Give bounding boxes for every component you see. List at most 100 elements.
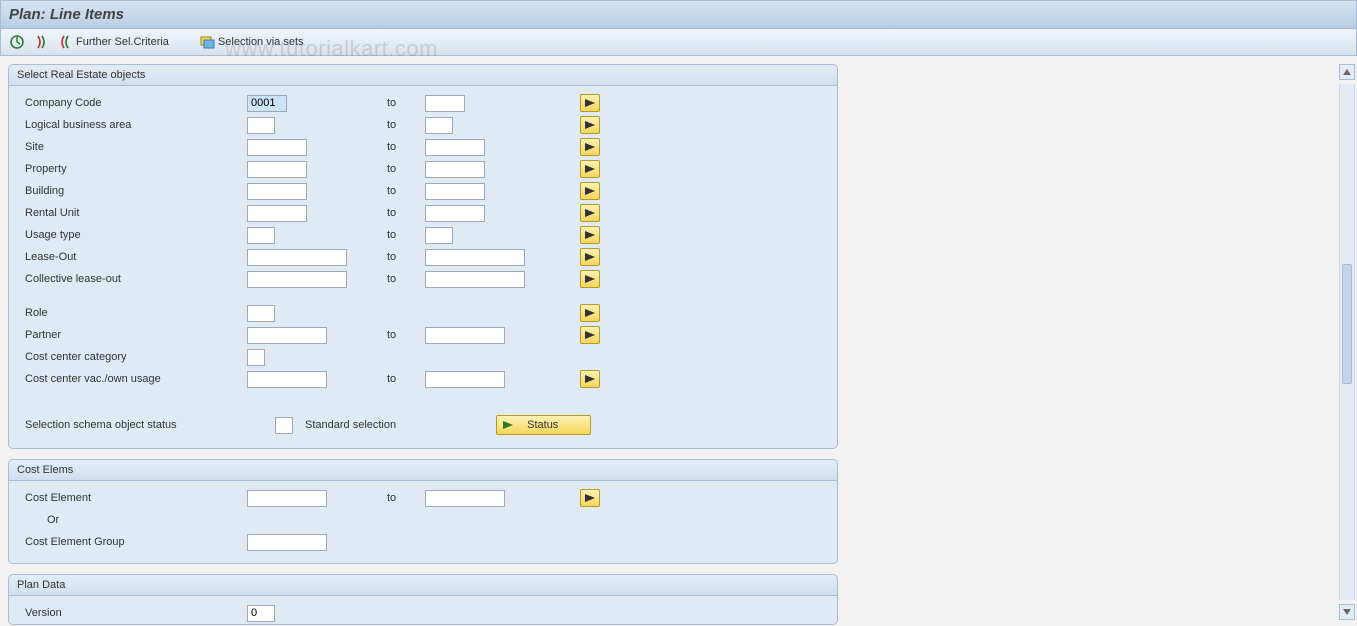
selection-via-sets-label: Selection via sets xyxy=(218,36,304,48)
rental-unit-row: Rental Unit to xyxy=(9,202,837,224)
role-label: Role xyxy=(17,307,247,319)
or-row: Or xyxy=(9,509,837,531)
property-to-input[interactable] xyxy=(425,161,485,178)
cost-element-from-input[interactable] xyxy=(247,490,327,507)
collective-lease-out-label: Collective lease-out xyxy=(17,273,247,285)
status-button[interactable]: Status xyxy=(496,415,591,435)
partner-from-input[interactable] xyxy=(247,327,327,344)
logical-business-area-multioption-button[interactable] xyxy=(580,116,600,134)
application-toolbar: Further Sel.Criteria Selection via sets xyxy=(0,29,1357,56)
cost-center-vac-row: Cost center vac./own usage to xyxy=(9,368,837,390)
lease-out-row: Lease-Out to xyxy=(9,246,837,268)
to-label: to xyxy=(387,329,425,341)
scroll-down-button[interactable] xyxy=(1339,604,1355,620)
lease-out-from-input[interactable] xyxy=(247,249,347,266)
arrow-right-icon xyxy=(585,99,595,107)
rental-unit-to-input[interactable] xyxy=(425,205,485,222)
cost-elems-panel-title: Cost Elems xyxy=(9,460,837,481)
usage-type-row: Usage type to xyxy=(9,224,837,246)
scroll-up-button[interactable] xyxy=(1339,64,1355,80)
to-label: to xyxy=(387,492,425,504)
partner-label: Partner xyxy=(17,329,247,341)
arrow-right-icon xyxy=(503,421,513,429)
company-code-to-input[interactable] xyxy=(425,95,465,112)
scrollbar-thumb[interactable] xyxy=(1342,264,1352,384)
arrow-right-icon xyxy=(585,143,595,151)
usage-type-from-input[interactable] xyxy=(247,227,275,244)
to-label: to xyxy=(387,229,425,241)
site-label: Site xyxy=(17,141,247,153)
cost-element-to-input[interactable] xyxy=(425,490,505,507)
arrow-right-icon xyxy=(585,187,595,195)
rental-unit-multioption-button[interactable] xyxy=(580,204,600,222)
logical-business-area-row: Logical business area to xyxy=(9,114,837,136)
role-multioption-button[interactable] xyxy=(580,304,600,322)
property-from-input[interactable] xyxy=(247,161,307,178)
content-area: Select Real Estate objects Company Code … xyxy=(0,56,1357,626)
to-label: to xyxy=(387,207,425,219)
building-multioption-button[interactable] xyxy=(580,182,600,200)
cost-element-group-input[interactable] xyxy=(247,534,327,551)
collective-lease-out-to-input[interactable] xyxy=(425,271,525,288)
plan-data-panel-title: Plan Data xyxy=(9,575,837,596)
selection-via-sets-button[interactable]: Selection via sets xyxy=(197,33,306,51)
partner-to-input[interactable] xyxy=(425,327,505,344)
company-code-multioption-button[interactable] xyxy=(580,94,600,112)
rental-unit-from-input[interactable] xyxy=(247,205,307,222)
site-from-input[interactable] xyxy=(247,139,307,156)
cost-center-category-label: Cost center category xyxy=(17,351,247,363)
usage-type-multioption-button[interactable] xyxy=(580,226,600,244)
plan-data-panel: Plan Data Version xyxy=(8,574,838,625)
cost-center-vac-from-input[interactable] xyxy=(247,371,327,388)
version-input[interactable] xyxy=(247,605,275,622)
site-row: Site to xyxy=(9,136,837,158)
status-input[interactable] xyxy=(275,417,293,434)
cost-element-group-label: Cost Element Group xyxy=(17,536,247,548)
sets-icon xyxy=(199,34,215,50)
company-code-label: Company Code xyxy=(17,97,247,109)
site-multioption-button[interactable] xyxy=(580,138,600,156)
lease-out-to-input[interactable] xyxy=(425,249,525,266)
to-label: to xyxy=(387,141,425,153)
execute-button[interactable] xyxy=(7,33,27,51)
cost-center-vac-to-input[interactable] xyxy=(425,371,505,388)
property-label: Property xyxy=(17,163,247,175)
cost-element-multioption-button[interactable] xyxy=(580,489,600,507)
role-input[interactable] xyxy=(247,305,275,322)
lease-out-label: Lease-Out xyxy=(17,251,247,263)
arrow-right-icon xyxy=(585,209,595,217)
scrollbar-track[interactable] xyxy=(1339,84,1355,600)
partner-multioption-button[interactable] xyxy=(580,326,600,344)
building-from-input[interactable] xyxy=(247,183,307,200)
logical-business-area-from-input[interactable] xyxy=(247,117,275,134)
all-selections-button[interactable] xyxy=(31,33,51,51)
rental-unit-label: Rental Unit xyxy=(17,207,247,219)
status-label: Selection schema object status xyxy=(17,419,275,431)
property-row: Property to xyxy=(9,158,837,180)
cost-center-category-row: Cost center category xyxy=(9,346,837,368)
chevron-up-icon xyxy=(1343,69,1351,75)
arrow-right-icon xyxy=(585,375,595,383)
to-label: to xyxy=(387,251,425,263)
building-to-input[interactable] xyxy=(425,183,485,200)
execute-icon xyxy=(9,34,25,50)
to-label: to xyxy=(387,97,425,109)
company-code-from-input[interactable] xyxy=(247,95,287,112)
property-multioption-button[interactable] xyxy=(580,160,600,178)
status-row: Selection schema object status Standard … xyxy=(9,414,837,436)
arrow-right-icon xyxy=(585,309,595,317)
collective-lease-out-multioption-button[interactable] xyxy=(580,270,600,288)
chevron-down-icon xyxy=(1343,609,1351,615)
usage-type-to-input[interactable] xyxy=(425,227,453,244)
logical-business-area-to-input[interactable] xyxy=(425,117,453,134)
cost-elems-panel: Cost Elems Cost Element to Or Cost Eleme… xyxy=(8,459,838,564)
collective-lease-out-from-input[interactable] xyxy=(247,271,347,288)
to-label: to xyxy=(387,185,425,197)
collective-lease-out-row: Collective lease-out to xyxy=(9,268,837,290)
cost-center-vac-multioption-button[interactable] xyxy=(580,370,600,388)
lease-out-multioption-button[interactable] xyxy=(580,248,600,266)
further-criteria-label: Further Sel.Criteria xyxy=(76,36,169,48)
further-criteria-button[interactable]: Further Sel.Criteria xyxy=(55,33,171,51)
cost-center-category-input[interactable] xyxy=(247,349,265,366)
site-to-input[interactable] xyxy=(425,139,485,156)
